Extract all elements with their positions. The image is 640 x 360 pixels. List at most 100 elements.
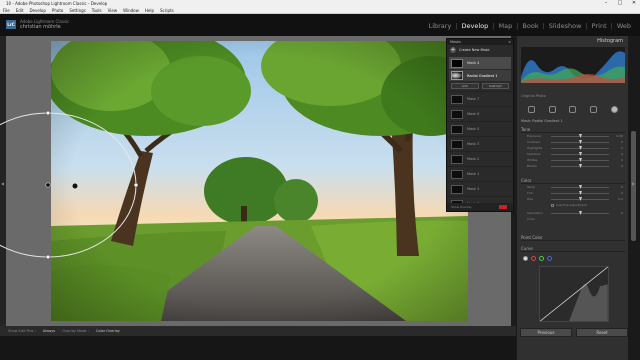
channel-red-icon[interactable]	[531, 256, 536, 261]
lightroom-logo: LrC	[6, 20, 16, 29]
overlay-color-swatch[interactable]	[499, 205, 507, 209]
add-button[interactable]: Add	[451, 83, 479, 89]
mask-active-icon[interactable]	[611, 105, 619, 113]
create-new-mask-button[interactable]: + Create New Mask	[447, 45, 513, 55]
module-book[interactable]: Book	[519, 22, 541, 30]
mask-list-item[interactable]: Mask 7	[447, 91, 513, 106]
mask-label: Mask 4	[467, 61, 480, 65]
mask-thumbnail	[451, 109, 463, 119]
color-section: Color Temp 0 Tint 0 Hue 0.0 Use Fine Adjust…	[521, 178, 625, 222]
panel-buttons: Previous Reset	[520, 328, 628, 337]
mask-list-label: Mask 2	[467, 157, 480, 161]
color-label: Color	[527, 217, 535, 221]
fine-adjustment-label: Use Fine Adjustment	[556, 203, 587, 207]
checkbox-icon[interactable]	[551, 203, 554, 207]
mask-list-item[interactable]: Mask 2	[447, 151, 513, 166]
mask-thumbnail	[451, 139, 463, 149]
slider-blacks[interactable]: Blacks 0	[521, 163, 625, 169]
point-color-header[interactable]: Point Color	[521, 235, 625, 241]
window-title-bar: 10 - Adobe Photoshop Lightroom Classic -…	[0, 0, 640, 7]
module-develop[interactable]: Develop	[459, 22, 492, 30]
tone-section: Tone Exposure 0.00 Contrast 0 Highlights 0 …	[521, 127, 625, 169]
filmstrip	[0, 336, 516, 360]
mask-list-item[interactable]: Mask 5	[447, 121, 513, 136]
mask-list-label: Mask 5	[467, 127, 480, 131]
tone-curve-graph[interactable]	[539, 266, 609, 322]
right-panel-scrollbar[interactable]: ▶	[628, 36, 640, 360]
histogram-title[interactable]: Histogram	[517, 38, 629, 45]
masks-panel-header: Masks ×	[447, 39, 513, 45]
mask-thumbnail	[451, 124, 463, 134]
channel-rgb-icon[interactable]	[523, 256, 528, 261]
module-map[interactable]: Map	[495, 22, 515, 30]
mask-list-item[interactable]: Mask 6	[447, 106, 513, 121]
channel-green-icon[interactable]	[539, 256, 544, 261]
bottom-toolbar: Show Edit Pins : Always Overlay Mode : C…	[0, 326, 516, 336]
module-library[interactable]: Library	[426, 22, 455, 30]
original-photo-label[interactable]: Original Photo	[521, 94, 546, 98]
show-overlay-toggle[interactable]: Show Overlay	[447, 203, 513, 211]
scrollbar-thumb[interactable]	[631, 131, 636, 241]
curve-channel-selector	[523, 256, 552, 261]
tool-strip	[521, 103, 625, 115]
overlay-mode-dropdown[interactable]: Color Overlay	[96, 329, 120, 333]
expand-left-panel-icon[interactable]: ◀	[1, 181, 4, 186]
module-slideshow[interactable]: Slideshow	[546, 22, 585, 30]
collapse-right-panel-icon[interactable]: ▶	[632, 181, 635, 186]
slider-value[interactable]: 0	[613, 163, 623, 169]
menu-view[interactable]: View	[108, 7, 118, 13]
minimize-button[interactable]: –	[602, 0, 610, 7]
mask-thumbnail	[451, 169, 463, 179]
curve-header[interactable]: Curve	[521, 246, 625, 252]
masking-tool-icon[interactable]	[590, 105, 598, 113]
menu-settings[interactable]: Settings	[69, 7, 85, 13]
crop-tool-icon[interactable]	[527, 105, 535, 113]
close-button[interactable]: ✕	[630, 0, 638, 7]
window-title: 10 - Adobe Photoshop Lightroom Classic -…	[6, 1, 108, 6]
mask-component-radial-gradient[interactable]: Radial Gradient 1	[449, 70, 511, 81]
show-overlay-label: Show Overlay	[451, 205, 472, 209]
masks-panel: Masks × + Create New Mask Mask 4 Radial …	[446, 38, 514, 212]
plus-icon: +	[450, 47, 456, 53]
photo-preview[interactable]	[51, 41, 468, 321]
color-swatch-row[interactable]: Color	[521, 216, 625, 222]
identity-line-2: christian möhrle	[20, 24, 61, 30]
menu-edit[interactable]: Edit	[16, 7, 24, 13]
menu-photo[interactable]: Photo	[52, 7, 63, 13]
histogram	[521, 47, 625, 83]
subtract-button[interactable]: Subtract	[481, 83, 509, 89]
menu-file[interactable]: File	[3, 7, 10, 13]
module-print[interactable]: Print	[589, 22, 610, 30]
mask-thumbnail	[451, 184, 463, 194]
healing-tool-icon[interactable]	[548, 105, 556, 113]
create-new-mask-label: Create New Mask	[459, 48, 490, 52]
module-web[interactable]: Web	[614, 22, 634, 30]
show-edit-pins-label: Show Edit Pins :	[8, 329, 36, 333]
mask-thumbnail	[451, 154, 463, 164]
show-edit-pins-dropdown[interactable]: Always	[43, 329, 55, 333]
menu-window[interactable]: Window	[123, 7, 139, 13]
point-color-section: Point Color	[521, 235, 625, 241]
menu-develop[interactable]: Develop	[29, 7, 45, 13]
mask-component-label: Radial Gradient 1	[467, 73, 498, 78]
red-eye-tool-icon[interactable]	[569, 105, 577, 113]
mask-thumbnail	[451, 94, 463, 104]
fine-adjustment-checkbox[interactable]: Use Fine Adjustment	[551, 202, 587, 208]
mask-list-item[interactable]: Mask 1	[447, 166, 513, 181]
mask-thumbnail	[451, 58, 463, 68]
previous-button[interactable]: Previous	[520, 328, 572, 337]
menu-help[interactable]: Help	[145, 7, 154, 13]
mask-list-item[interactable]: Mask 3	[447, 136, 513, 151]
channel-blue-icon[interactable]	[547, 256, 552, 261]
menu-tools[interactable]: Tools	[92, 7, 102, 13]
fine-adjustment-row: Use Fine Adjustment	[521, 202, 625, 210]
mask-item-selected[interactable]: Mask 4	[449, 57, 511, 69]
module-picker: Library | Develop | Map | Book | Slideshow | …	[426, 22, 634, 30]
menu-scripts[interactable]: Scripts	[160, 7, 174, 13]
curve-section: Curve	[521, 246, 625, 252]
maximize-button[interactable]: □	[616, 0, 624, 7]
mask-list-item[interactable]: Mask 3	[447, 181, 513, 196]
slider-label: Blacks	[527, 164, 537, 168]
reset-button[interactable]: Reset	[576, 328, 628, 337]
close-icon[interactable]: ×	[508, 39, 511, 45]
